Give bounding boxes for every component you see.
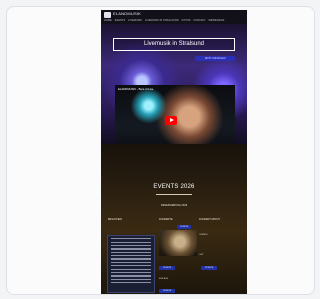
webpage-thumbnail[interactable]: ELANDMUSIK HOME EVENTS LIVEMUSIK LIVEMUS…	[101, 10, 247, 294]
events-title: EVENTS 2026	[153, 184, 195, 190]
site-brand[interactable]: ELANDMUSIK	[113, 11, 141, 16]
ticket-button[interactable]: TICKETS	[201, 266, 217, 270]
column-heading-right: KONZERT ABOUT	[199, 218, 221, 221]
site-header: ELANDMUSIK HOME EVENTS LIVEMUSIK LIVEMUS…	[101, 10, 247, 24]
nav-item-kontakt[interactable]: KONTAKT	[194, 19, 206, 23]
hero-title: Livemusik in Stralsund	[113, 38, 235, 51]
ticket-button[interactable]: TICKETS	[159, 289, 175, 293]
hero-cta-button[interactable]: JETZT ANFRAGEN	[195, 56, 235, 61]
nav-item-livemusik[interactable]: LIVEMUSIK	[128, 19, 142, 23]
ticket-button[interactable]: TICKETS	[159, 266, 175, 270]
event-photo[interactable]	[159, 230, 197, 256]
event-label: ORT	[199, 254, 204, 256]
event-description-box	[107, 235, 155, 293]
nav-item-livemusik-stralsund[interactable]: LIVEMUSIK IN STRALSUND	[145, 19, 179, 23]
ticket-button[interactable]: TICKETS	[177, 225, 191, 229]
nav-item-home[interactable]: HOME	[104, 19, 112, 23]
nav-item-fotos[interactable]: FOTOS	[182, 19, 191, 23]
events-section: EVENTS 2026 RESERVIERUNG 2026 BESUCHER K…	[101, 144, 247, 294]
video-title[interactable]: ELANDMUSIK - Best of Live	[118, 87, 153, 91]
title-divider	[156, 194, 192, 195]
play-icon[interactable]	[165, 116, 177, 125]
event-label: EINLASS	[159, 278, 169, 280]
preview-card[interactable]: ELANDMUSIK HOME EVENTS LIVEMUSIK LIVEMUS…	[6, 6, 315, 295]
nav-item-impressum[interactable]: IMPRESSUM	[209, 19, 225, 23]
main-nav: HOME EVENTS LIVEMUSIK LIVEMUSIK IN STRAL…	[104, 19, 244, 23]
column-heading-mid: KONZERTE	[159, 218, 173, 221]
year-dropdown[interactable]: RESERVIERUNG 2026	[153, 203, 195, 208]
hero-banner: Livemusik in Stralsund JETZT ANFRAGEN EL…	[101, 24, 247, 154]
nav-item-events[interactable]: EVENTS	[115, 19, 125, 23]
logo-icon[interactable]	[104, 12, 111, 18]
column-heading-left: BESUCHER	[108, 218, 122, 221]
event-label: TERMIN	[199, 234, 208, 236]
